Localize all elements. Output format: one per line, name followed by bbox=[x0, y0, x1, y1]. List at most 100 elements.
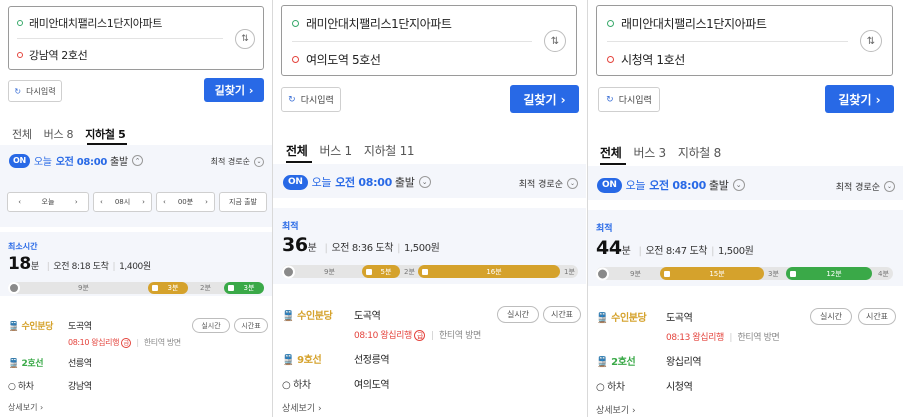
direction: 한티역 방면 bbox=[438, 331, 481, 341]
details-link[interactable]: 상세보기 › bbox=[596, 403, 636, 416]
minute-stepper[interactable]: ‹ 00분 › bbox=[156, 192, 215, 212]
tab-subway[interactable]: 지하철 8 bbox=[678, 144, 721, 161]
reset-label: 다시입력 bbox=[300, 96, 334, 106]
tab-bus[interactable]: 버스 1 bbox=[319, 142, 352, 159]
reset-button[interactable]: ↻ 다시입력 bbox=[8, 80, 62, 102]
tab-subway[interactable]: 지하철 5 bbox=[85, 126, 126, 142]
origin-field[interactable]: 래미안대치팰리스1단지아파트 bbox=[607, 14, 892, 32]
day-value: 오늘 bbox=[41, 198, 55, 206]
leg-station: 시청역 bbox=[666, 382, 693, 393]
subway-train-icon bbox=[420, 266, 430, 277]
destination-field[interactable]: 여의도역 5호선 bbox=[292, 50, 576, 68]
find-route-label: 길찾기 › bbox=[523, 92, 566, 107]
realtime-button[interactable]: 실시간 bbox=[192, 318, 230, 333]
chevron-down-icon[interactable]: ⌄ bbox=[732, 179, 745, 191]
origin-field[interactable]: 래미안대치팰리스1단지아파트 bbox=[17, 15, 263, 31]
search-box: 래미안대치팰리스1단지아파트 여의도역 5호선 ⇅ bbox=[281, 5, 577, 76]
on-toggle[interactable]: ON bbox=[597, 177, 622, 193]
walk-time-1: 9분 bbox=[324, 267, 335, 276]
express-badge: 급 bbox=[121, 338, 132, 348]
walking-person-icon bbox=[282, 265, 295, 278]
on-toggle[interactable]: ON bbox=[9, 153, 30, 168]
next-icon[interactable]: › bbox=[75, 198, 78, 206]
next-icon[interactable]: › bbox=[205, 198, 208, 206]
destination-dot-icon bbox=[607, 55, 614, 63]
route-panel-gangnam: 래미안대치팰리스1단지아파트 강남역 2호선 ⇅ ↻ 다시입력 길찾기 › 전체… bbox=[0, 0, 272, 417]
sort-option[interactable]: 최적 경로순 ⌄ bbox=[519, 177, 578, 190]
tab-all[interactable]: 전체 bbox=[12, 126, 32, 142]
reset-button[interactable]: ↻ 다시입력 bbox=[598, 87, 660, 112]
timetable-button[interactable]: 시간표 bbox=[543, 306, 581, 323]
route-timeline-bar: 9분 15분 3분 12분 4분 bbox=[596, 267, 893, 280]
realtime-button[interactable]: 실시간 bbox=[810, 308, 852, 325]
tab-all[interactable]: 전체 bbox=[286, 142, 308, 159]
chevron-down-icon[interactable]: ⌄ bbox=[418, 176, 431, 188]
segment-suin-bundang: 5분 bbox=[362, 265, 400, 278]
realtime-button[interactable]: 실시간 bbox=[497, 306, 539, 323]
field-divider bbox=[292, 41, 532, 42]
details-link[interactable]: 상세보기 › bbox=[282, 401, 322, 414]
departure-time-row[interactable]: ON 오늘 오전 08:00 출발 ⌃ bbox=[9, 153, 143, 168]
search-box: 래미안대치팰리스1단지아파트 시청역 1호선 ⇅ bbox=[596, 5, 893, 76]
tab-bus[interactable]: 버스 8 bbox=[44, 126, 74, 142]
leg-exit: ○ 하차 시청역 bbox=[596, 378, 896, 393]
origin-field[interactable]: 래미안대치팰리스1단지아파트 bbox=[292, 14, 576, 32]
segment-time: 3분 bbox=[243, 284, 255, 292]
chevron-up-icon[interactable]: ⌃ bbox=[131, 155, 143, 166]
duration-unit: 분 bbox=[621, 246, 631, 257]
active-tab-indicator bbox=[600, 163, 626, 165]
tab-all[interactable]: 전체 bbox=[600, 144, 622, 161]
on-toggle[interactable]: ON bbox=[283, 174, 308, 190]
route-caption: 최적 bbox=[596, 224, 613, 234]
swap-arrows-icon[interactable]: ⇅ bbox=[544, 30, 566, 52]
departure-time-row[interactable]: ON 오늘 오전 08:00 출발 ⌄ bbox=[283, 174, 431, 190]
divider: | bbox=[136, 338, 139, 347]
tab-bus[interactable]: 버스 3 bbox=[633, 144, 666, 161]
reset-button[interactable]: ↻ 다시입력 bbox=[281, 87, 341, 112]
leg-station: 도곡역 bbox=[666, 313, 693, 324]
destination-field[interactable]: 강남역 2호선 bbox=[17, 47, 263, 63]
timetable-label: 시간표 bbox=[241, 321, 261, 330]
segment-time: 3분 bbox=[167, 284, 179, 292]
tab-subway[interactable]: 지하철 11 bbox=[364, 142, 415, 159]
refresh-icon: ↻ bbox=[606, 94, 614, 105]
leg-line: 🚆 수인분당 bbox=[596, 313, 647, 324]
prev-icon[interactable]: ‹ bbox=[100, 198, 103, 206]
realtime-label: 실시간 bbox=[819, 312, 843, 321]
find-route-label: 길찾기 › bbox=[214, 84, 254, 97]
subway-train-icon bbox=[364, 266, 374, 277]
walking-person-icon bbox=[596, 267, 609, 280]
day-stepper[interactable]: ‹ 오늘 › bbox=[7, 192, 89, 212]
prev-icon[interactable]: ‹ bbox=[163, 198, 166, 206]
chevron-down-icon: ⌄ bbox=[884, 181, 895, 192]
sort-option[interactable]: 최적 경로순 ⌄ bbox=[836, 180, 895, 193]
find-route-button[interactable]: 길찾기 › bbox=[825, 85, 894, 113]
swap-arrows-icon[interactable]: ⇅ bbox=[235, 29, 255, 49]
next-icon[interactable]: › bbox=[142, 198, 145, 206]
hour-stepper[interactable]: ‹ 08시 › bbox=[93, 192, 152, 212]
swap-arrows-icon[interactable]: ⇅ bbox=[860, 30, 882, 52]
leg-line: 🚆 수인분당 bbox=[8, 322, 54, 332]
leg-station: 도곡역 bbox=[354, 311, 381, 322]
destination-field[interactable]: 시청역 1호선 bbox=[607, 50, 892, 68]
departure-time-row[interactable]: ON 오늘 오전 08:00 출발 ⌄ bbox=[597, 177, 745, 193]
timetable-button[interactable]: 시간표 bbox=[234, 318, 268, 333]
timetable-button[interactable]: 시간표 bbox=[858, 308, 896, 325]
prev-icon[interactable]: ‹ bbox=[18, 198, 21, 206]
sort-option[interactable]: 최적 경로순 ⌄ bbox=[211, 156, 264, 167]
origin-text: 래미안대치팰리스1단지아파트 bbox=[29, 17, 162, 30]
arrival-info: 08:10 왕십리행 급 | 한티역 방면 bbox=[354, 328, 481, 341]
details-link[interactable]: 상세보기 › bbox=[8, 402, 43, 413]
find-route-button[interactable]: 길찾기 › bbox=[510, 85, 579, 113]
duration-minutes: 36 bbox=[282, 234, 308, 256]
find-route-button[interactable]: 길찾기 › bbox=[204, 78, 264, 102]
subway-train-icon bbox=[788, 268, 798, 279]
segment-line-2: 12분 bbox=[786, 267, 872, 280]
depart-now-button[interactable]: 지금 출발 bbox=[219, 192, 267, 212]
leg-line: 🚆 수인분당 bbox=[282, 311, 333, 322]
depart-label: 출발 bbox=[110, 157, 128, 168]
leg-transfer: 🚆 2호선 선릉역 bbox=[8, 356, 268, 370]
sort-label: 최적 경로순 bbox=[210, 157, 250, 166]
leg-line: 🚆 2호선 bbox=[596, 357, 636, 368]
segment-line-2: 3분 bbox=[224, 282, 264, 294]
